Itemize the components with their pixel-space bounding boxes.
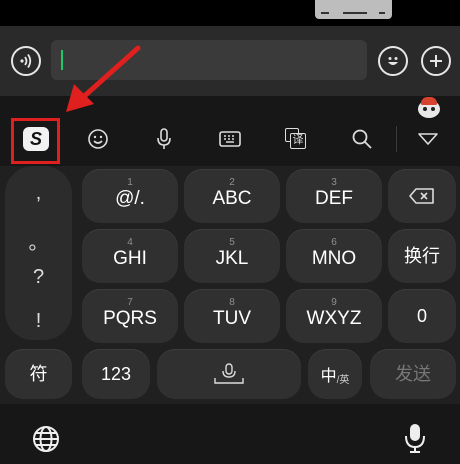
send-key[interactable]: 发送 <box>370 349 456 399</box>
backspace-key[interactable] <box>388 169 456 223</box>
smiley-icon <box>388 57 398 65</box>
system-bottom-bar <box>0 404 460 464</box>
punct-period-key[interactable]: 。 <box>5 226 72 255</box>
key-9[interactable]: 9 WXYZ <box>286 289 382 343</box>
search-button[interactable] <box>340 118 384 160</box>
collapse-triangle-icon <box>418 133 438 145</box>
key-5[interactable]: 5 JKL <box>184 229 280 283</box>
globe-icon <box>33 426 59 452</box>
key-0[interactable]: 0 <box>388 289 456 343</box>
translate-icon: 译 <box>285 128 307 150</box>
emoji-icon <box>88 129 108 149</box>
search-icon <box>352 129 372 149</box>
key-8[interactable]: 8 TUV <box>184 289 280 343</box>
punctuation-column[interactable]: , 。 ? ! <box>5 166 72 340</box>
key-2[interactable]: 2 ABC <box>184 169 280 223</box>
space-key[interactable] <box>157 349 301 399</box>
key-7[interactable]: 7 PQRS <box>82 289 178 343</box>
collapse-keyboard-button[interactable] <box>406 118 450 160</box>
dictation-button[interactable] <box>402 422 428 459</box>
mascot-icon[interactable] <box>418 97 440 118</box>
voice-input-button[interactable] <box>11 46 41 76</box>
punct-question-key[interactable]: ? <box>5 266 72 289</box>
key-1[interactable]: 1 @/. <box>82 169 178 223</box>
voice-toolbar-button[interactable] <box>142 118 186 160</box>
microphone-icon <box>157 128 171 149</box>
backspace-icon <box>409 188 434 204</box>
toolbar-divider <box>396 126 397 152</box>
plus-icon <box>430 55 442 67</box>
logo-letter: S <box>29 129 42 149</box>
keyboard-toolbar: S 译 <box>0 118 460 164</box>
numbers-key[interactable]: 123 <box>82 349 150 399</box>
emoji-button[interactable] <box>378 46 408 76</box>
key-6[interactable]: 6 MNO <box>286 229 382 283</box>
keyboard-switch-button[interactable] <box>208 118 252 160</box>
key-4[interactable]: 4 GHI <box>82 229 178 283</box>
voice-wave-icon <box>20 53 32 69</box>
microphone-icon <box>405 424 425 453</box>
window-handle <box>315 0 392 19</box>
sogou-logo-icon: S <box>23 127 49 151</box>
t9-keyboard: , 。 ? ! 1 @/. 2 ABC 3 DEF 4 GHI 5 JKL 6 … <box>0 166 460 404</box>
emoji-toolbar-button[interactable] <box>76 118 120 160</box>
sogou-logo-button[interactable]: S <box>14 118 58 160</box>
key-3[interactable]: 3 DEF <box>286 169 382 223</box>
punct-comma-key[interactable]: , <box>5 182 72 205</box>
add-button[interactable] <box>421 46 451 76</box>
globe-button[interactable] <box>31 424 61 459</box>
translate-button[interactable]: 译 <box>274 118 318 160</box>
space-microphone-icon <box>214 363 244 384</box>
keyboard-icon <box>219 131 241 147</box>
punct-exclaim-key[interactable]: ! <box>5 310 72 333</box>
newline-key[interactable]: 换行 <box>388 229 456 283</box>
symbols-key[interactable]: 符 <box>5 349 72 399</box>
lang-switch-key[interactable]: 中/英 <box>308 349 362 399</box>
annotation-arrow-icon <box>66 45 141 112</box>
